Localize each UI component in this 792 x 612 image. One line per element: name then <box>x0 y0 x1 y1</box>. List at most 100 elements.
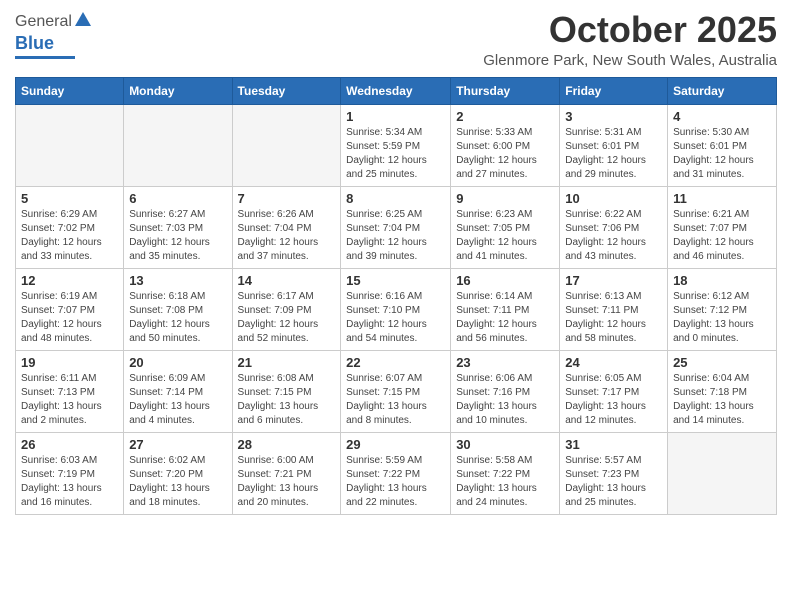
day-info: Daylight: 12 hours <box>565 318 662 332</box>
day-info: Sunset: 7:14 PM <box>129 386 226 400</box>
day-info: and 27 minutes. <box>456 168 554 182</box>
day-info: Sunrise: 6:27 AM <box>129 208 226 222</box>
table-row: 27Sunrise: 6:02 AMSunset: 7:20 PMDayligh… <box>124 432 232 514</box>
table-row: 7Sunrise: 6:26 AMSunset: 7:04 PMDaylight… <box>232 186 341 268</box>
day-info: and 50 minutes. <box>129 332 226 346</box>
day-info: Sunrise: 6:21 AM <box>673 208 771 222</box>
day-info: and 22 minutes. <box>346 496 445 510</box>
day-number: 21 <box>238 355 336 370</box>
month-title: October 2025 <box>483 10 777 50</box>
table-row: 31Sunrise: 5:57 AMSunset: 7:23 PMDayligh… <box>560 432 668 514</box>
table-row: 14Sunrise: 6:17 AMSunset: 7:09 PMDayligh… <box>232 268 341 350</box>
table-row: 1Sunrise: 5:34 AMSunset: 5:59 PMDaylight… <box>341 104 451 186</box>
table-row: 25Sunrise: 6:04 AMSunset: 7:18 PMDayligh… <box>668 350 777 432</box>
table-row: 15Sunrise: 6:16 AMSunset: 7:10 PMDayligh… <box>341 268 451 350</box>
day-info: Sunrise: 5:33 AM <box>456 126 554 140</box>
day-number: 7 <box>238 191 336 206</box>
day-number: 12 <box>21 273 118 288</box>
calendar-week-row: 19Sunrise: 6:11 AMSunset: 7:13 PMDayligh… <box>16 350 777 432</box>
table-row: 24Sunrise: 6:05 AMSunset: 7:17 PMDayligh… <box>560 350 668 432</box>
table-row: 12Sunrise: 6:19 AMSunset: 7:07 PMDayligh… <box>16 268 124 350</box>
day-info: Sunset: 7:22 PM <box>456 468 554 482</box>
day-info: Daylight: 13 hours <box>238 400 336 414</box>
day-info: Daylight: 13 hours <box>129 400 226 414</box>
day-info: and 25 minutes. <box>346 168 445 182</box>
day-info: Sunset: 7:10 PM <box>346 304 445 318</box>
day-info: Sunrise: 6:13 AM <box>565 290 662 304</box>
day-info: Sunset: 5:59 PM <box>346 140 445 154</box>
day-number: 25 <box>673 355 771 370</box>
table-row: 9Sunrise: 6:23 AMSunset: 7:05 PMDaylight… <box>451 186 560 268</box>
day-info: Sunrise: 5:57 AM <box>565 454 662 468</box>
day-number: 20 <box>129 355 226 370</box>
logo: General Blue <box>15 10 92 59</box>
table-row <box>124 104 232 186</box>
day-info: Sunset: 7:15 PM <box>346 386 445 400</box>
day-info: Sunrise: 6:23 AM <box>456 208 554 222</box>
day-info: Daylight: 12 hours <box>21 236 118 250</box>
day-info: Sunset: 7:22 PM <box>346 468 445 482</box>
day-info: Sunset: 7:04 PM <box>238 222 336 236</box>
day-info: Sunset: 7:05 PM <box>456 222 554 236</box>
day-number: 5 <box>21 191 118 206</box>
day-info: Sunrise: 6:07 AM <box>346 372 445 386</box>
day-info: Sunset: 6:01 PM <box>673 140 771 154</box>
header-thursday: Thursday <box>451 77 560 104</box>
day-number: 4 <box>673 109 771 124</box>
calendar-header-row: Sunday Monday Tuesday Wednesday Thursday… <box>16 77 777 104</box>
header-saturday: Saturday <box>668 77 777 104</box>
day-info: Daylight: 13 hours <box>129 482 226 496</box>
day-info: and 35 minutes. <box>129 250 226 264</box>
day-info: Sunset: 7:17 PM <box>565 386 662 400</box>
day-info: Daylight: 12 hours <box>346 236 445 250</box>
day-info: Daylight: 13 hours <box>673 318 771 332</box>
day-info: Sunrise: 6:09 AM <box>129 372 226 386</box>
day-number: 8 <box>346 191 445 206</box>
day-info: Sunrise: 6:12 AM <box>673 290 771 304</box>
header-monday: Monday <box>124 77 232 104</box>
day-info: Sunset: 7:09 PM <box>238 304 336 318</box>
day-info: Sunrise: 6:02 AM <box>129 454 226 468</box>
day-number: 24 <box>565 355 662 370</box>
day-info: Daylight: 12 hours <box>129 318 226 332</box>
day-info: Sunset: 7:16 PM <box>456 386 554 400</box>
table-row: 3Sunrise: 5:31 AMSunset: 6:01 PMDaylight… <box>560 104 668 186</box>
day-info: Daylight: 13 hours <box>456 400 554 414</box>
day-info: and 31 minutes. <box>673 168 771 182</box>
day-info: and 43 minutes. <box>565 250 662 264</box>
day-number: 17 <box>565 273 662 288</box>
day-number: 14 <box>238 273 336 288</box>
table-row: 8Sunrise: 6:25 AMSunset: 7:04 PMDaylight… <box>341 186 451 268</box>
day-info: Sunset: 7:20 PM <box>129 468 226 482</box>
calendar-week-row: 26Sunrise: 6:03 AMSunset: 7:19 PMDayligh… <box>16 432 777 514</box>
day-number: 16 <box>456 273 554 288</box>
day-info: Sunrise: 5:59 AM <box>346 454 445 468</box>
day-info: Daylight: 12 hours <box>346 154 445 168</box>
day-number: 1 <box>346 109 445 124</box>
day-info: Daylight: 13 hours <box>673 400 771 414</box>
day-info: Sunset: 7:08 PM <box>129 304 226 318</box>
day-info: and 10 minutes. <box>456 414 554 428</box>
day-info: Sunset: 7:23 PM <box>565 468 662 482</box>
day-info: Daylight: 13 hours <box>21 400 118 414</box>
table-row: 29Sunrise: 5:59 AMSunset: 7:22 PMDayligh… <box>341 432 451 514</box>
day-info: and 4 minutes. <box>129 414 226 428</box>
day-info: Daylight: 12 hours <box>565 154 662 168</box>
day-info: Sunset: 7:03 PM <box>129 222 226 236</box>
day-info: and 12 minutes. <box>565 414 662 428</box>
logo-triangle-icon <box>74 10 92 28</box>
day-info: Daylight: 12 hours <box>129 236 226 250</box>
day-info: and 25 minutes. <box>565 496 662 510</box>
table-row: 6Sunrise: 6:27 AMSunset: 7:03 PMDaylight… <box>124 186 232 268</box>
day-number: 30 <box>456 437 554 452</box>
day-info: and 6 minutes. <box>238 414 336 428</box>
logo-general-text: General <box>15 13 72 31</box>
day-info: Daylight: 12 hours <box>238 318 336 332</box>
day-info: and 54 minutes. <box>346 332 445 346</box>
table-row: 20 Sunrise: 6:09 AMSunset: 7:14 PMDayligh… <box>124 350 232 432</box>
table-row: 13Sunrise: 6:18 AMSunset: 7:08 PMDayligh… <box>124 268 232 350</box>
day-info: Sunrise: 6:03 AM <box>21 454 118 468</box>
header-tuesday: Tuesday <box>232 77 341 104</box>
day-info: and 2 minutes. <box>21 414 118 428</box>
day-info: and 16 minutes. <box>21 496 118 510</box>
